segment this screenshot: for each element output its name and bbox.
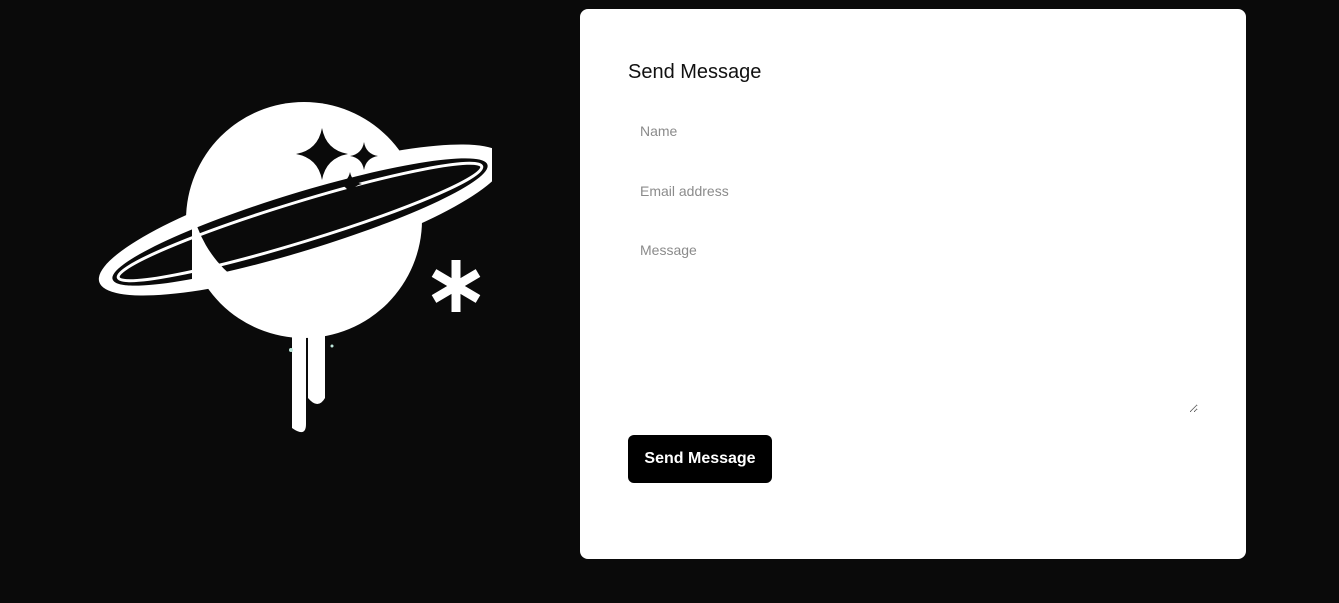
planet-logo-icon [92,98,492,438]
send-message-button[interactable]: Send Message [628,435,772,483]
contact-form-card: Send Message Send Message [580,9,1246,559]
name-input[interactable] [628,119,1198,143]
email-input[interactable] [628,179,1198,203]
form-title: Send Message [628,61,762,83]
message-textarea[interactable] [628,239,1198,413]
